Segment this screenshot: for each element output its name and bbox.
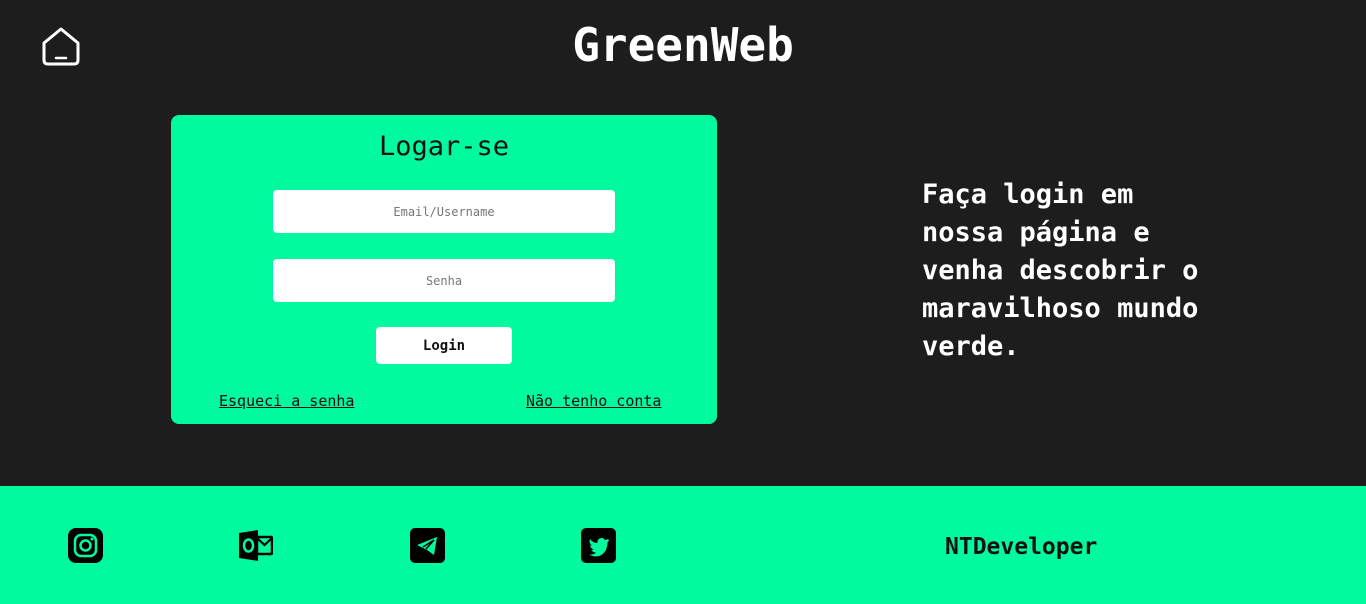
developer-credit: NTDeveloper (945, 534, 1098, 560)
page: GreenWeb Logar-se Login Esqueci a senha … (0, 0, 1366, 604)
footer: NTDeveloper (0, 486, 1366, 604)
telegram-icon (410, 528, 445, 563)
instagram-link[interactable] (68, 528, 103, 563)
twitter-icon (581, 528, 616, 563)
login-title: Logar-se (378, 131, 510, 162)
login-card: Logar-se Login Esqueci a senha Não tenho… (171, 115, 717, 424)
promo-text: Faça login em nossa página e venha desco… (922, 179, 1199, 362)
twitter-link[interactable] (581, 528, 616, 563)
outlook-link[interactable] (238, 528, 274, 563)
outlook-icon (239, 530, 274, 561)
site-title: GreenWeb (572, 18, 794, 72)
telegram-link[interactable] (410, 528, 445, 563)
password-input[interactable] (273, 259, 615, 302)
no-account-link[interactable]: Não tenho conta (526, 392, 661, 410)
forgot-password-link[interactable]: Esqueci a senha (219, 392, 354, 410)
email-username-input[interactable] (273, 190, 615, 233)
login-button[interactable]: Login (376, 327, 512, 364)
instagram-icon (68, 528, 103, 563)
